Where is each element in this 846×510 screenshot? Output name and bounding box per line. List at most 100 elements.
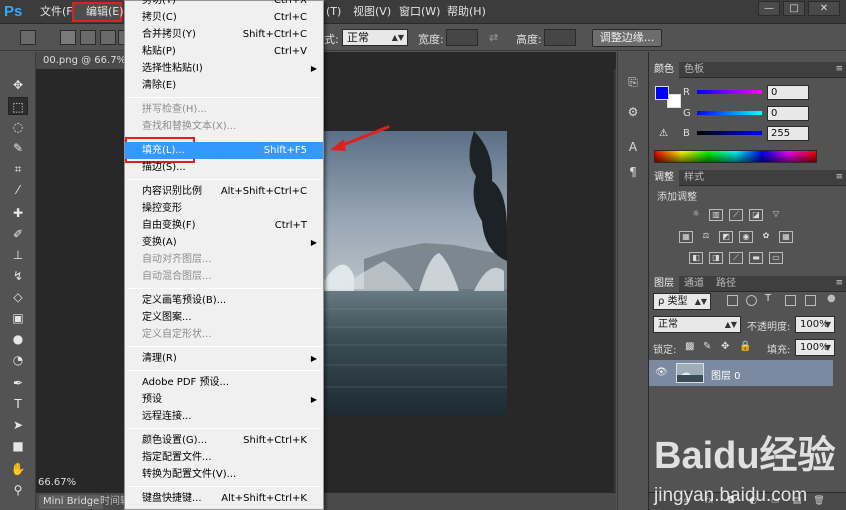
quick-select-tool-icon[interactable]: ✎ xyxy=(8,139,28,157)
close-button[interactable]: ✕ xyxy=(808,1,840,16)
add-selection-icon[interactable] xyxy=(80,30,96,45)
type-tool-icon[interactable]: T xyxy=(8,395,28,413)
color-lookup-icon[interactable]: ▦ xyxy=(779,231,793,243)
exposure-icon[interactable]: ◪ xyxy=(749,209,763,221)
menu-item[interactable]: 自由变换(F) Ctrl+T xyxy=(125,217,323,234)
hue-icon[interactable]: ▦ xyxy=(679,231,693,243)
levels-icon[interactable]: ▥ xyxy=(709,209,723,221)
photo-filter-icon[interactable]: ◉ xyxy=(739,231,753,243)
pixel-filter-icon[interactable] xyxy=(727,295,738,306)
vibrance-icon[interactable]: ▽ xyxy=(769,209,783,221)
lock-transparency-icon[interactable]: ▩ xyxy=(685,341,694,352)
refine-edge-button[interactable]: 调整边缘... xyxy=(592,29,662,47)
invert-icon[interactable]: ◧ xyxy=(689,252,703,264)
filter-toggle-icon[interactable]: ● xyxy=(827,293,836,304)
menu-item[interactable]: 操控变形 xyxy=(125,200,323,217)
background-color-swatch[interactable] xyxy=(667,94,681,108)
menu-item[interactable]: 变换(A) ▶ xyxy=(125,234,323,251)
r-slider[interactable] xyxy=(697,90,762,94)
visibility-eye-icon[interactable]: 👁 xyxy=(655,367,668,378)
info-panel-icon[interactable]: ⚙ xyxy=(625,104,641,120)
gradient-tool-icon[interactable]: ▣ xyxy=(8,309,28,327)
tab-paths[interactable]: 路径 xyxy=(711,276,741,292)
menu-item[interactable]: 内容识别比例 Alt+Shift+Ctrl+C xyxy=(125,183,323,200)
brush-tool-icon[interactable]: ✐ xyxy=(8,225,28,243)
dodge-tool-icon[interactable]: ◔ xyxy=(8,351,28,369)
crop-tool-icon[interactable]: ⌗ xyxy=(8,160,28,178)
blur-tool-icon[interactable]: ● xyxy=(8,330,28,348)
healing-tool-icon[interactable]: ✚ xyxy=(8,204,28,222)
menu-item[interactable]: 预设 ▶ xyxy=(125,391,323,408)
black-white-icon[interactable]: ◩ xyxy=(719,231,733,243)
new-selection-icon[interactable] xyxy=(60,30,76,45)
type-filter-icon[interactable]: T xyxy=(765,293,771,304)
lock-position-icon[interactable]: ✥ xyxy=(721,341,729,352)
panel-menu-icon[interactable]: ≡ xyxy=(835,172,843,182)
menu-item[interactable]: 定义图案... xyxy=(125,309,323,326)
gradient-map-icon[interactable]: ▬ xyxy=(749,252,763,264)
b-value-input[interactable]: 255 xyxy=(767,126,809,141)
lock-pixels-icon[interactable]: ✎ xyxy=(703,341,711,352)
panel-menu-icon[interactable]: ≡ xyxy=(835,64,843,74)
foreground-color-swatch[interactable] xyxy=(655,86,669,100)
color-spectrum[interactable] xyxy=(654,150,817,163)
paragraph-panel-icon[interactable]: ¶ xyxy=(625,164,641,180)
fill-input[interactable]: 100% ▼ xyxy=(795,339,835,356)
layer-row[interactable]: 👁 图层 0 xyxy=(649,360,833,386)
channel-mixer-icon[interactable]: ✿ xyxy=(759,231,773,243)
menu-item[interactable]: 远程连接... xyxy=(125,408,323,425)
history-panel-icon[interactable]: ⎘ xyxy=(625,74,641,90)
g-value-input[interactable]: 0 xyxy=(767,106,809,121)
layer-name[interactable]: 图层 0 xyxy=(711,367,741,382)
g-slider[interactable] xyxy=(697,111,762,115)
menu-item[interactable]: 清理(R) ▶ xyxy=(125,350,323,367)
posterize-icon[interactable]: ◨ xyxy=(709,252,723,264)
pen-tool-icon[interactable]: ✒ xyxy=(8,374,28,392)
layer-filter-select[interactable]: ρ 类型 ▲▼ xyxy=(653,293,711,310)
menu-item[interactable]: 清除(E) xyxy=(125,77,323,94)
tab-styles[interactable]: 样式 xyxy=(679,170,709,186)
tab-layers[interactable]: 图层 xyxy=(649,276,679,292)
menu-item[interactable]: 剪切(T) Ctrl+X xyxy=(125,0,323,9)
panel-menu-icon[interactable]: ≡ xyxy=(835,278,843,288)
menu-item[interactable]: 粘贴(P) Ctrl+V xyxy=(125,43,323,60)
blend-mode-select[interactable]: 正常 ▲▼ xyxy=(653,316,741,333)
menu-item[interactable]: 颜色设置(G)... Shift+Ctrl+K xyxy=(125,432,323,449)
adjustment-filter-icon[interactable] xyxy=(746,295,757,306)
zoom-level[interactable]: 66.67% xyxy=(38,477,76,488)
marquee-tool-icon[interactable] xyxy=(20,30,36,45)
document-scrollbar[interactable] xyxy=(614,69,616,492)
stamp-tool-icon[interactable]: ⊥ xyxy=(8,246,28,264)
smart-object-filter-icon[interactable] xyxy=(805,295,816,306)
menu-window[interactable]: 窗口(W) xyxy=(399,4,440,20)
menu-item[interactable]: Adobe PDF 预设... xyxy=(125,374,323,391)
eyedropper-tool-icon[interactable]: ⁄ xyxy=(8,181,28,199)
tab-swatches[interactable]: 色板 xyxy=(679,62,709,78)
menu-item[interactable]: 键盘快捷键... Alt+Shift+Ctrl+K xyxy=(125,490,323,507)
shape-filter-icon[interactable] xyxy=(785,295,796,306)
opacity-input[interactable]: 100% ▼ xyxy=(795,316,835,333)
menu-type[interactable]: (T) xyxy=(326,4,341,20)
r-value-input[interactable]: 0 xyxy=(767,85,809,100)
rect-marquee-tool-icon[interactable]: ⬚ xyxy=(8,97,28,115)
menu-item[interactable]: 描边(S)... xyxy=(125,159,323,176)
hand-tool-icon[interactable]: ✋ xyxy=(8,460,28,478)
color-balance-icon[interactable]: ⚖ xyxy=(699,231,713,243)
menu-item[interactable]: 指定配置文件... xyxy=(125,449,323,466)
b-slider[interactable] xyxy=(697,131,762,135)
character-panel-icon[interactable]: A xyxy=(625,139,641,155)
menu-item[interactable]: 拷贝(C) Ctrl+C xyxy=(125,9,323,26)
width-input[interactable] xyxy=(446,29,478,46)
eraser-tool-icon[interactable]: ◇ xyxy=(8,288,28,306)
style-select[interactable]: 正常 ▲▼ xyxy=(342,29,408,46)
threshold-icon[interactable]: ⟋ xyxy=(729,252,743,264)
menu-edit[interactable]: 编辑(E) xyxy=(72,2,124,22)
history-brush-tool-icon[interactable]: ↯ xyxy=(8,267,28,285)
tab-color[interactable]: 颜色 xyxy=(649,62,679,78)
menu-item[interactable]: 定义画笔预设(B)... xyxy=(125,292,323,309)
selective-color-icon[interactable]: ▭ xyxy=(769,252,783,264)
tab-adjustments[interactable]: 调整 xyxy=(649,170,679,186)
shape-tool-icon[interactable]: ■ xyxy=(8,437,28,455)
canvas-photo[interactable] xyxy=(324,131,507,416)
lock-all-icon[interactable]: 🔒 xyxy=(739,341,751,352)
